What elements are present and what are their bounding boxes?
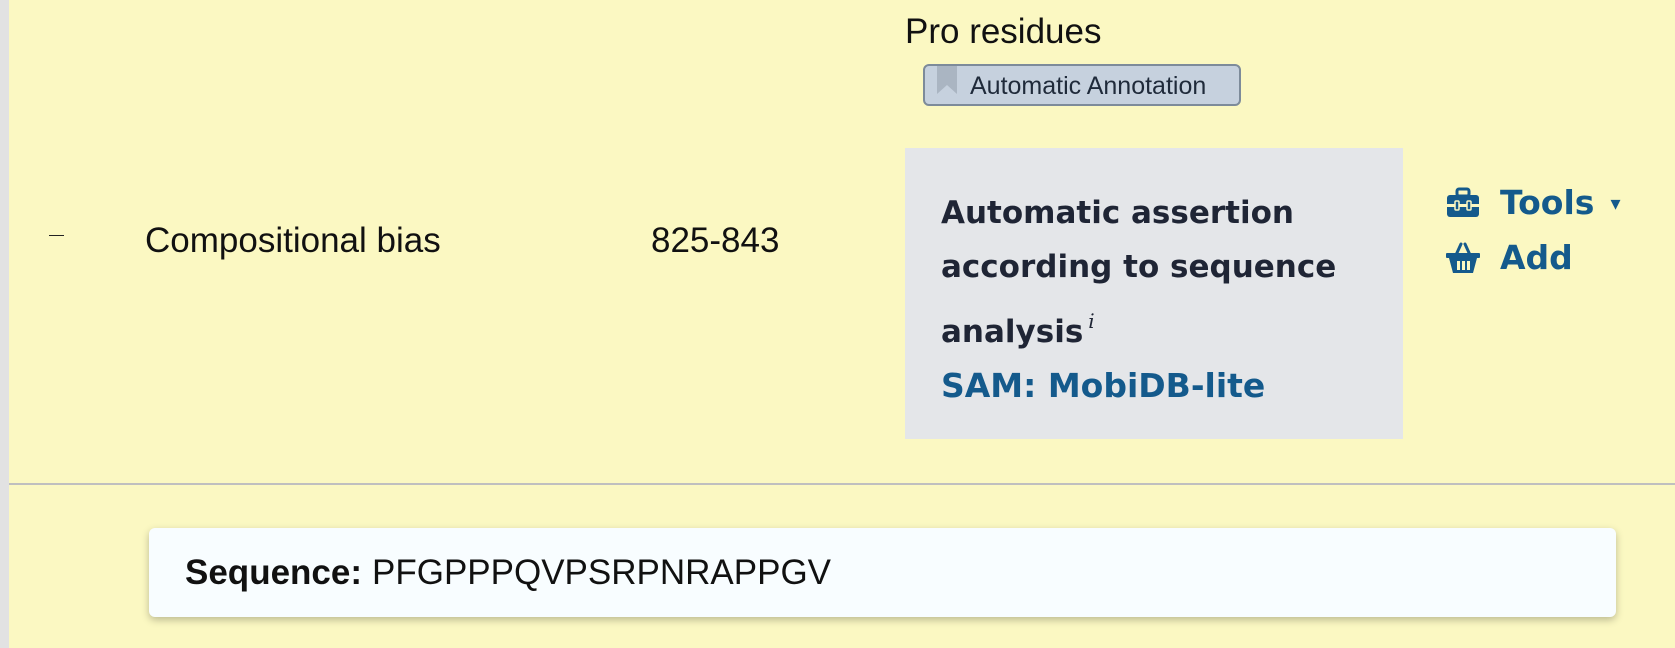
sequence-card: Sequence: PFGPPPQVPSRPNRAPPGV: [149, 528, 1616, 617]
evidence-source-link[interactable]: SAM: MobiDB-lite: [941, 359, 1371, 413]
left-edge-strip: [0, 0, 9, 648]
add-label: Add: [1500, 238, 1573, 277]
sequence-value: PFGPPPQVPSRPNRAPPGV: [372, 552, 832, 592]
badge-label: Automatic Annotation: [970, 72, 1207, 100]
collapse-dash-icon: [49, 235, 64, 236]
basket-icon: [1446, 242, 1480, 273]
row-divider: [9, 483, 1675, 485]
feature-position: 825-843: [651, 221, 780, 260]
feature-description: Pro residues: [905, 12, 1102, 51]
feature-type: Compositional bias: [145, 221, 441, 260]
evidence-assertion: Automatic assertion according to sequenc…: [941, 195, 1337, 350]
evidence-box: Automatic assertion according to sequenc…: [905, 148, 1403, 439]
tools-label: Tools: [1500, 183, 1595, 222]
toolbox-icon: [1447, 187, 1479, 217]
chevron-down-icon: ▾: [1610, 190, 1621, 215]
info-icon[interactable]: i: [1088, 309, 1094, 333]
collapse-toggle[interactable]: [47, 228, 67, 242]
add-to-basket-button[interactable]: Add: [1446, 238, 1573, 277]
tools-dropdown-button[interactable]: Tools ▾: [1446, 183, 1620, 222]
evidence-text: Automatic assertion according to sequenc…: [941, 186, 1361, 359]
automatic-annotation-badge: Automatic Annotation: [923, 64, 1241, 106]
sequence-label: Sequence:: [185, 552, 362, 592]
feature-row: Compositional bias 825-843 Pro residues …: [9, 0, 1675, 483]
bookmark-icon: [937, 66, 957, 94]
